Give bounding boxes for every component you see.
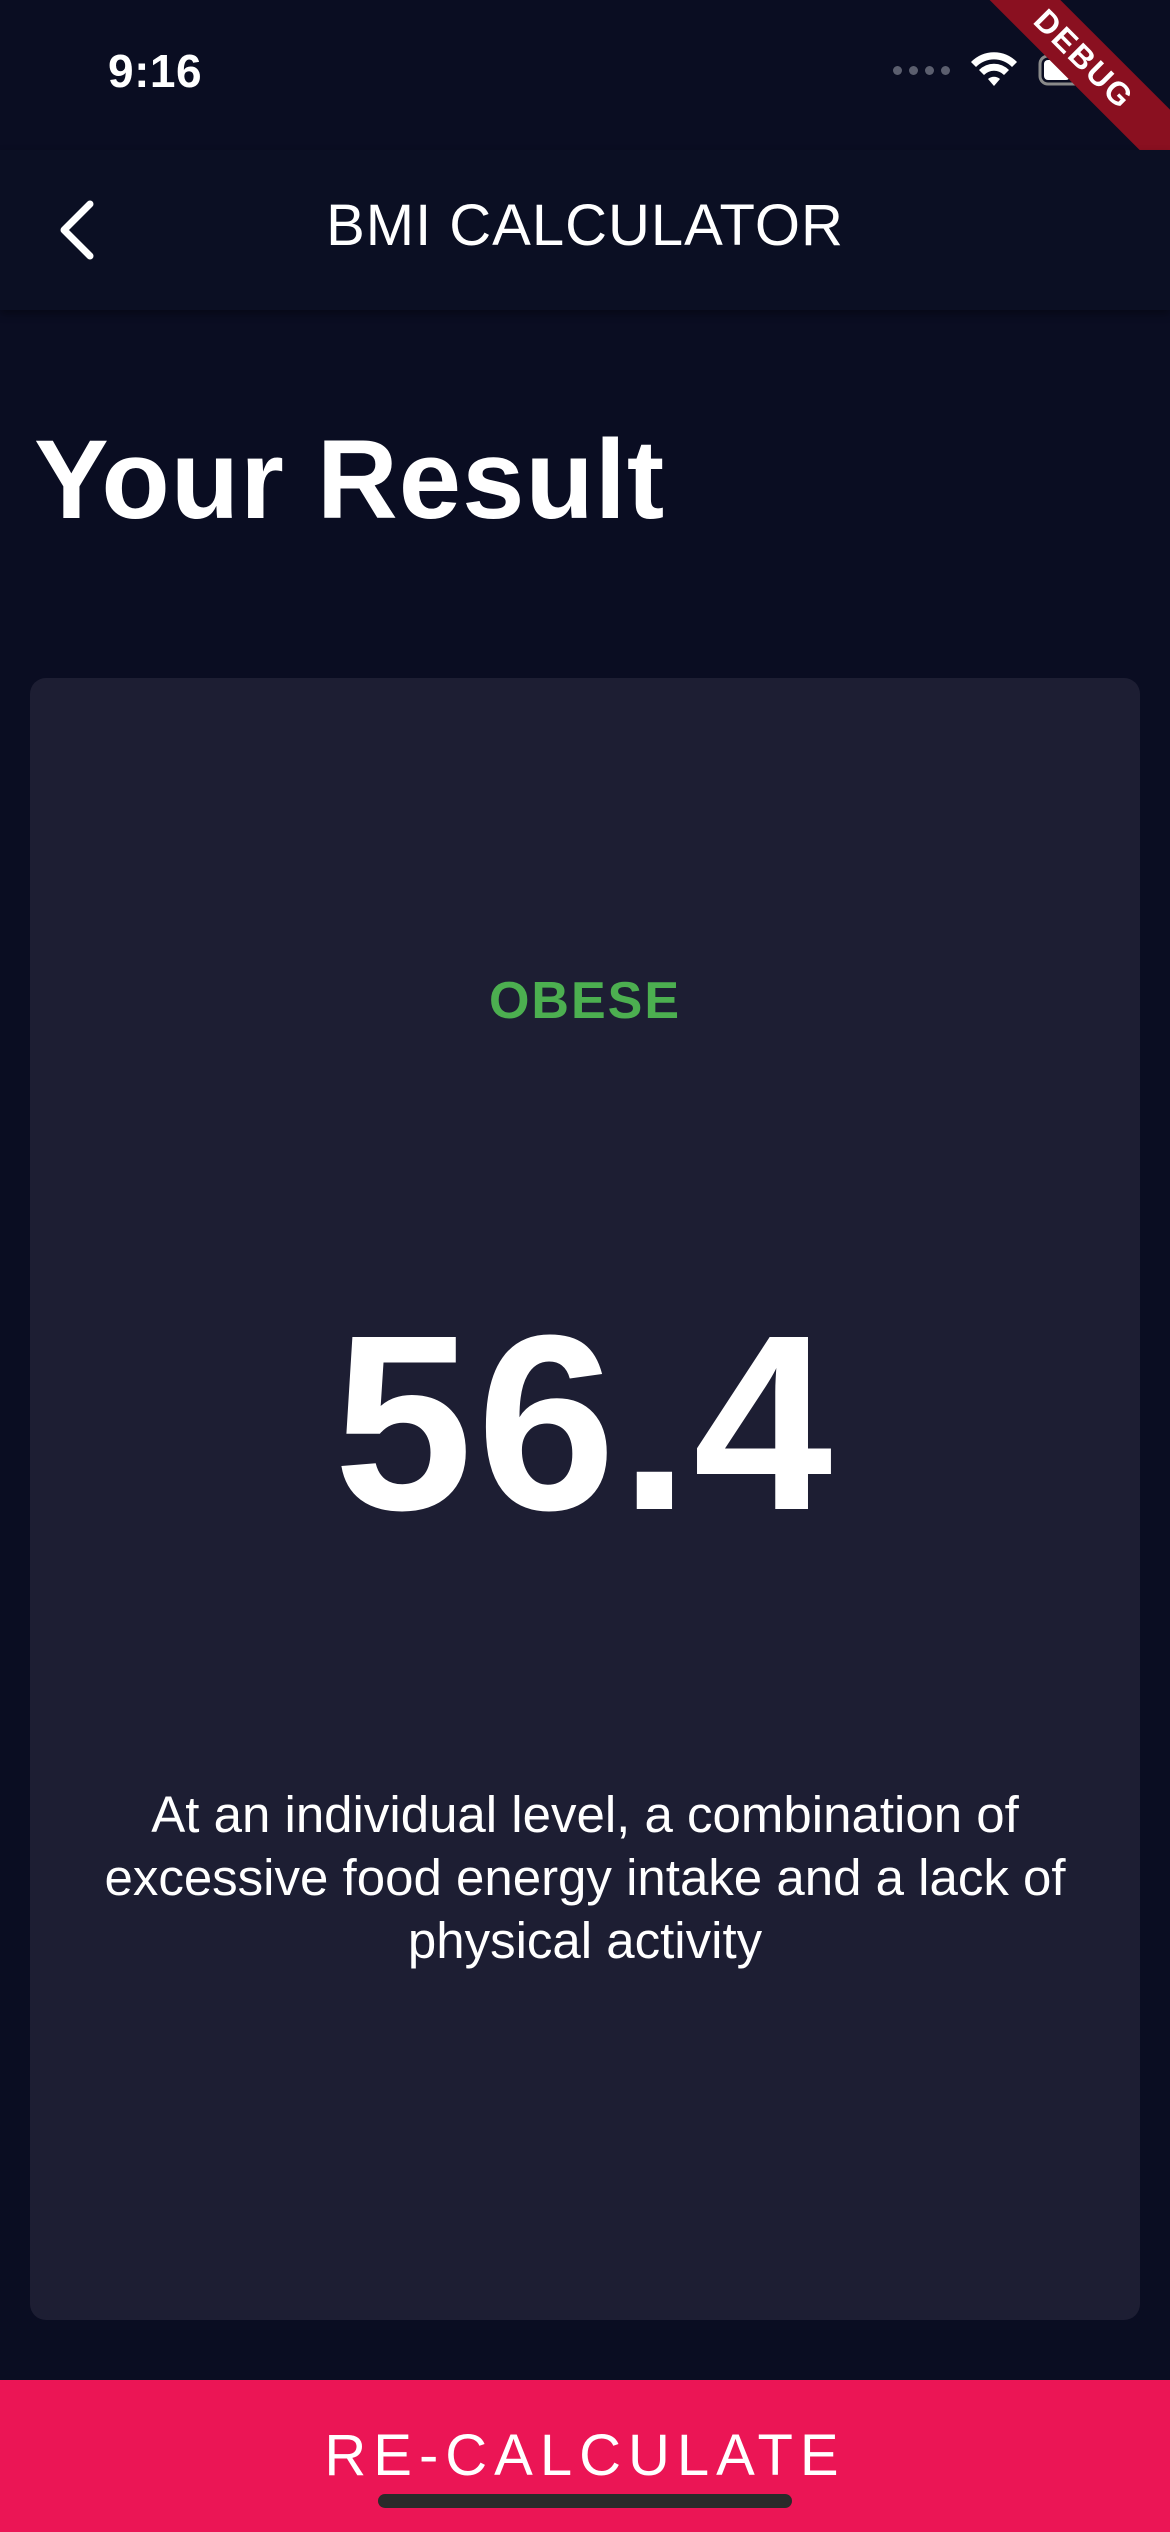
cellular-signal-icon: [893, 65, 950, 75]
result-card: OBESE 56.4 At an individual level, a com…: [30, 678, 1140, 2320]
bmi-interpretation: At an individual level, a combination of…: [104, 1786, 1066, 1969]
recalculate-button[interactable]: RE-CALCULATE: [0, 2380, 1170, 2532]
home-indicator: [378, 2494, 792, 2508]
app-title: BMI CALCULATOR: [326, 193, 844, 258]
recalculate-label: RE-CALCULATE: [324, 2423, 846, 2488]
page-title: Your Result: [34, 417, 666, 542]
wifi-icon: [971, 52, 1017, 86]
result-screen: 9:16 DEBUG BMI CALCULATOR Your Result OB…: [0, 0, 1170, 2532]
bmi-value: 56.4: [333, 1283, 837, 1562]
status-time: 9:16: [108, 45, 203, 97]
bmi-category-label: OBESE: [488, 972, 682, 1030]
status-bar: 9:16 DEBUG: [0, 0, 1170, 183]
app-bar: BMI CALCULATOR: [0, 150, 1170, 310]
